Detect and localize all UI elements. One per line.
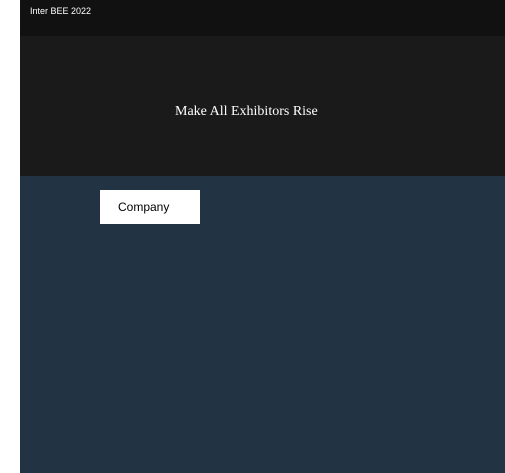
hero: Make All Exhibitors Rise: [20, 36, 505, 176]
company-logo-card: Company: [100, 190, 200, 224]
hero-title: Make All Exhibitors Rise: [175, 104, 318, 119]
exhibitor-section: [20, 176, 505, 473]
brand: Inter BEE 2022: [30, 6, 92, 16]
header: Inter BEE 2022: [20, 0, 505, 36]
